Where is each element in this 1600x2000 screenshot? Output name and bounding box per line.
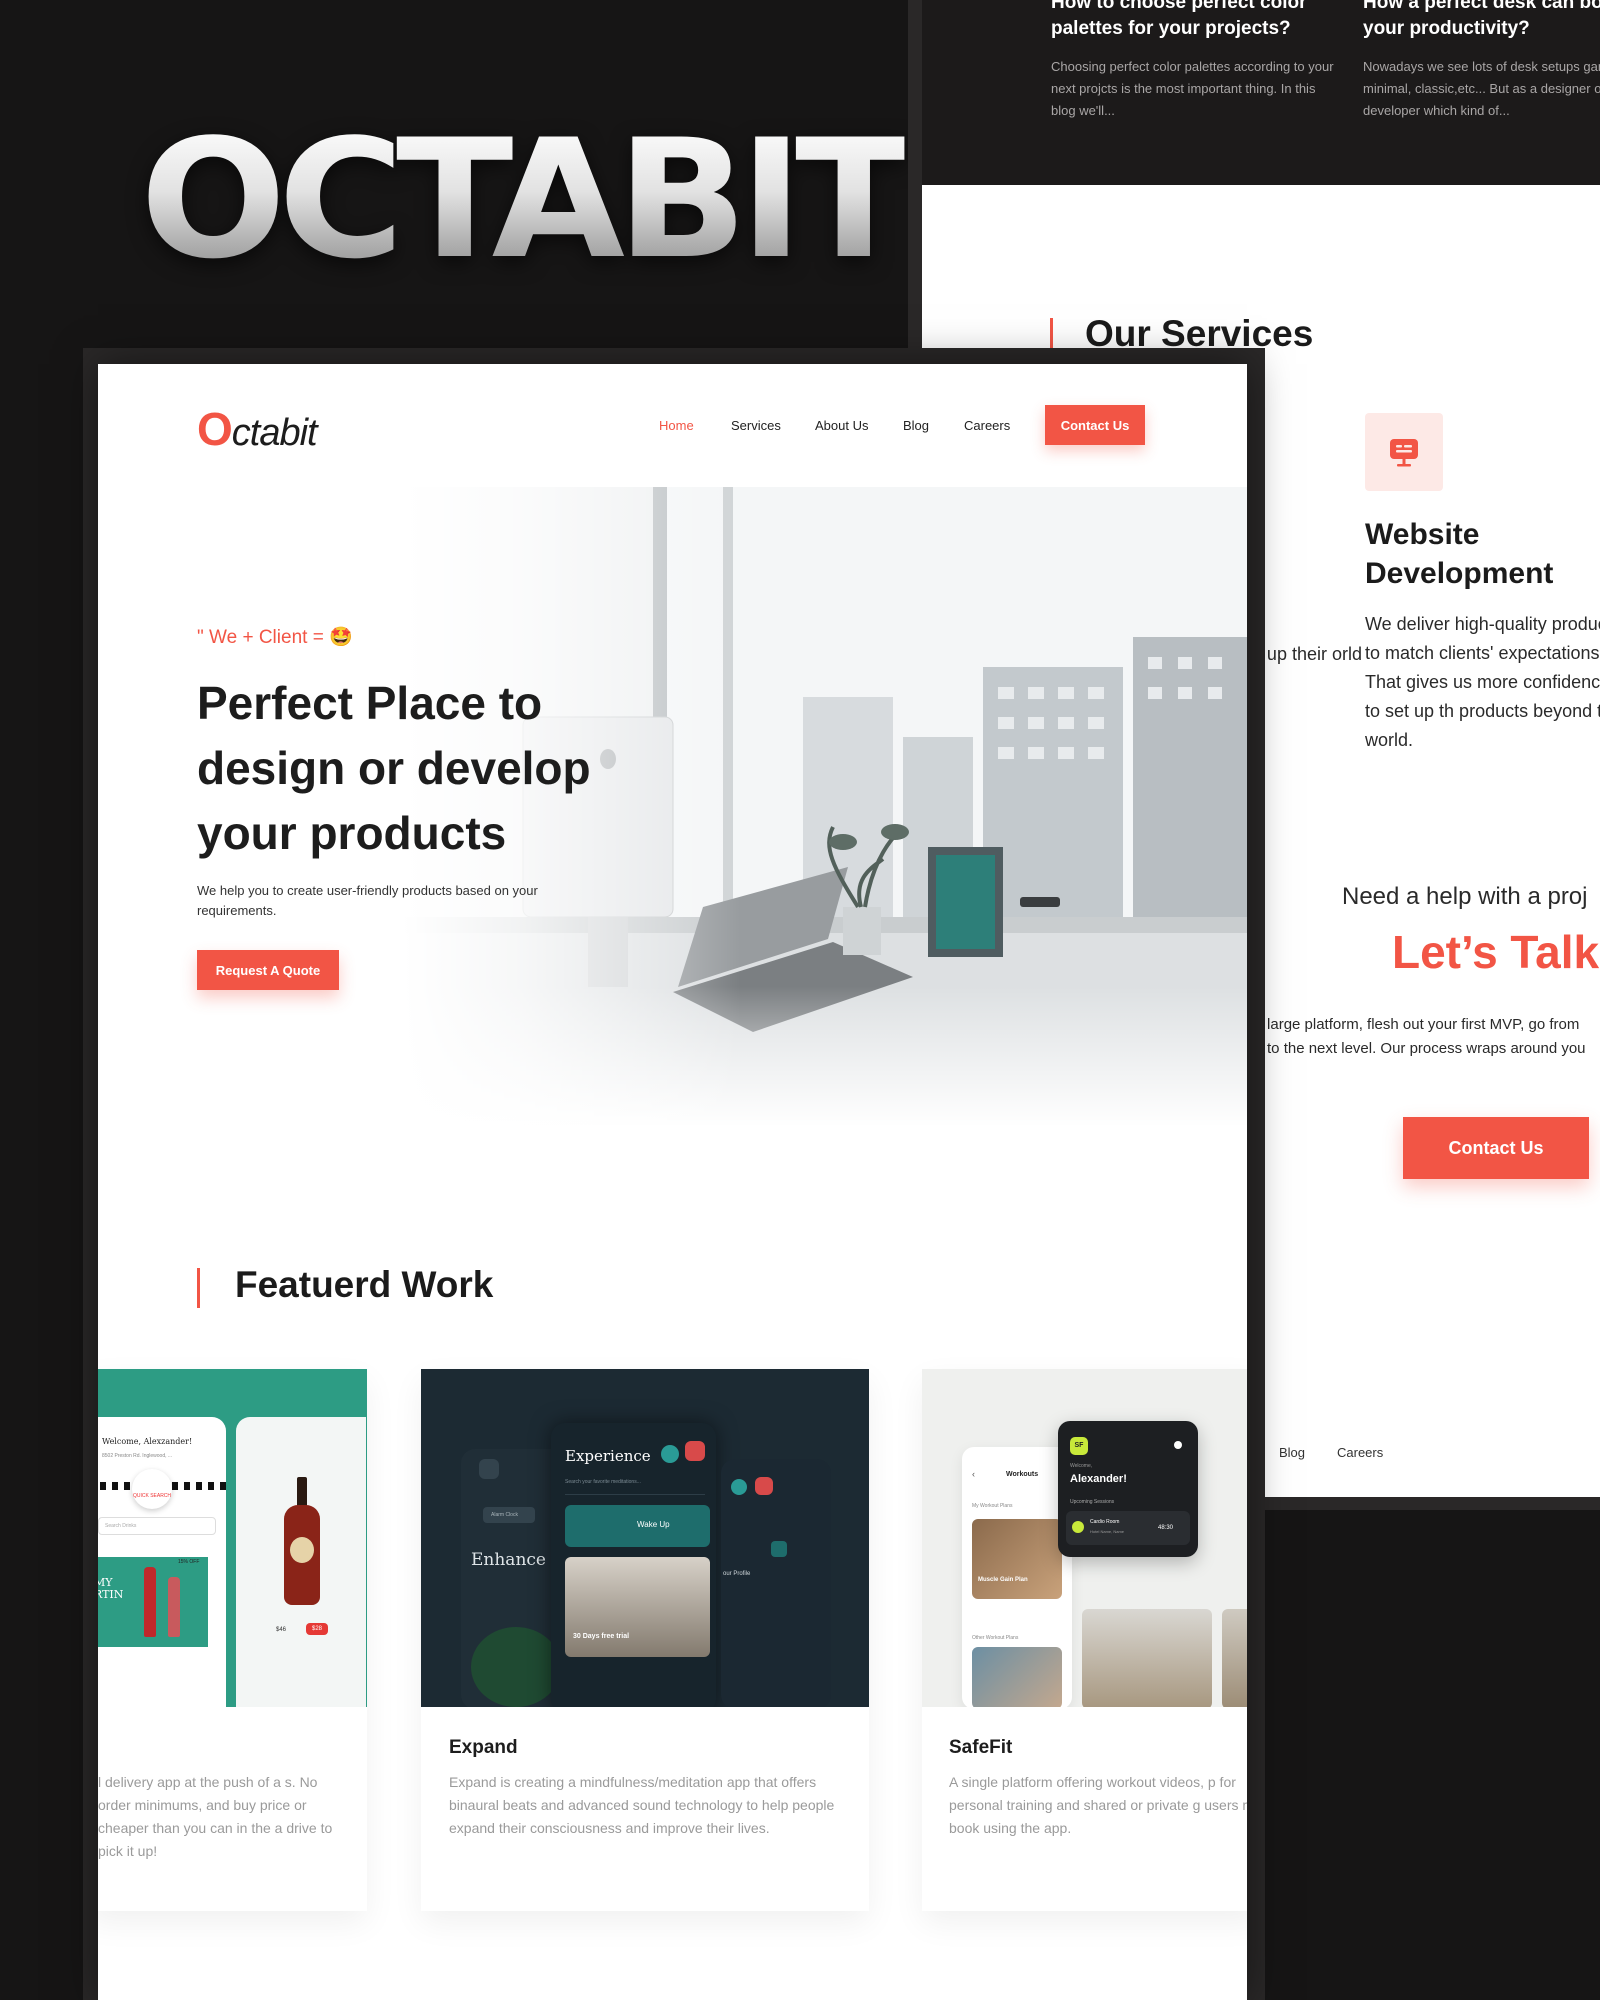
blog-card-title[interactable]: How to choose perfect color palettes for…	[1051, 0, 1341, 42]
mock-wakeup: Wake Up	[565, 1505, 710, 1547]
work-description: Expand is creating a mindfulness/meditat…	[449, 1774, 835, 1836]
footer-nav-blog[interactable]: Blog	[1279, 1445, 1305, 1460]
mock-session: Cardio Room	[1090, 1519, 1120, 1525]
blog-card[interactable]: How to choose perfect color palettes for…	[1051, 0, 1341, 122]
athlete-photo	[1082, 1609, 1212, 1707]
blog-card-title[interactable]: How a perfect desk can boo your producti…	[1363, 0, 1600, 42]
mock-other: Other Workout Plans	[972, 1635, 1019, 1641]
blog-card-text: Nowadays we see lots of desk setups ga mi…	[1363, 59, 1600, 118]
mock-welcome: Welcome, Alexzander!	[102, 1437, 193, 1446]
nav-services[interactable]: Services	[731, 418, 781, 433]
meditation-icon	[731, 1479, 747, 1495]
mock-plans: My Workout Plans	[972, 1503, 1013, 1509]
mock-profile: our Profile	[723, 1571, 751, 1577]
nav-home[interactable]: Home	[659, 418, 694, 433]
workout-photo	[972, 1647, 1062, 1707]
work-description: l delivery app at the push of a s. No or…	[98, 1774, 333, 1859]
back-icon	[479, 1459, 499, 1479]
logo-o: O	[197, 403, 233, 455]
mock-price: $46	[276, 1627, 287, 1633]
mock-alarm: Alarm Clock	[483, 1507, 535, 1523]
work-card-delivery[interactable]: Welcome, Alexzander! 8502 Preston Rd. In…	[98, 1369, 367, 1911]
workout-photo: Muscle Gain Plan	[972, 1519, 1062, 1599]
wine-bottle	[168, 1577, 180, 1637]
mock-muscle: Muscle Gain Plan	[978, 1577, 1028, 1583]
phone-mockup: our Profile	[721, 1459, 831, 1707]
phone-mockup: Welcome, Alexzander! 8502 Preston Rd. In…	[98, 1417, 226, 1707]
avatar	[685, 1441, 705, 1461]
work-card-image: ‹ Workouts My Workout Plans Muscle Gain …	[922, 1369, 1247, 1707]
mock-trial: 30 Days free trial	[573, 1633, 630, 1640]
service-description: We deliver high-quality products to matc…	[1365, 614, 1600, 750]
nav-contact-button[interactable]: Contact Us	[1045, 405, 1145, 445]
meditation-icon	[661, 1445, 679, 1463]
mock-promo: MY RTIN	[98, 1557, 208, 1647]
wine-bottle	[144, 1567, 156, 1637]
featured-work-heading: Featuerd Work	[235, 1264, 494, 1305]
hero-tagline: " We + Client = 🤩	[197, 627, 353, 648]
safefit-badge: SF	[1070, 1437, 1088, 1455]
blog-card-text: Choosing perfect color palettes accordin…	[1051, 59, 1334, 118]
mock-wine-label: MY RTIN	[98, 1576, 124, 1601]
phone-mockup: SF Welcome, Alexander! Upcoming Sessions…	[1058, 1421, 1198, 1557]
cognac-bottle	[284, 1477, 320, 1607]
avatar	[755, 1477, 773, 1495]
hero-title: Perfect Place to design or develop your …	[197, 677, 591, 859]
athlete-photo	[1222, 1609, 1247, 1707]
chevron-left-icon: ‹	[972, 1469, 975, 1479]
nav-careers[interactable]: Careers	[964, 418, 1010, 433]
work-title: Expand	[449, 1737, 518, 1758]
request-quote-button[interactable]: Request A Quote	[197, 950, 339, 990]
contact-us-button[interactable]: Contact Us	[1403, 1117, 1589, 1179]
phone-mockup: ‹ Workouts My Workout Plans Muscle Gain …	[962, 1447, 1072, 1707]
help-description-line: n a large platform, flesh out your first…	[1242, 1016, 1580, 1033]
work-card-safefit[interactable]: ‹ Workouts My Workout Plans Muscle Gain …	[922, 1369, 1247, 1911]
phone-mockup: $46 $28	[236, 1417, 366, 1707]
mock-workouts: Workouts	[1006, 1471, 1039, 1478]
mock-experience: Experience	[565, 1447, 651, 1465]
work-card-image: Enhance Positive Er Experience Search yo…	[421, 1369, 869, 1707]
service-title: Website Development	[1365, 518, 1554, 590]
mock-address: 8502 Preston Rd. Inglewood, ...	[102, 1453, 173, 1459]
blog-section: How to choose perfect color palettes for…	[922, 0, 1600, 185]
home-page: Octabit Home Services About Us Blog Care…	[98, 364, 1247, 2000]
work-description: A single platform offering workout video…	[949, 1774, 1247, 1836]
session-icon	[1072, 1521, 1084, 1533]
mock-search: Search Drinks	[98, 1517, 216, 1535]
mock-search: Search your favorite meditations...	[565, 1479, 705, 1495]
monitor-icon	[1390, 439, 1418, 467]
leaf-decoration	[471, 1627, 561, 1707]
lets-talk-title: Let’s Talk!	[1392, 926, 1600, 978]
service-icon-box	[1365, 413, 1443, 491]
profile-icon	[771, 1541, 787, 1557]
mock-hello: Welcome,	[1070, 1463, 1093, 1469]
brand-wordmark: OCTABIT	[140, 104, 913, 295]
nav-blog[interactable]: Blog	[903, 418, 929, 433]
help-description-line: tup to the next level. Our process wraps…	[1242, 1040, 1586, 1057]
mock-discount: 15% OFF	[178, 1559, 200, 1565]
work-card-expand[interactable]: Enhance Positive Er Experience Search yo…	[421, 1369, 869, 1911]
mock-time: 48:30	[1158, 1525, 1174, 1531]
mock-upcoming: Upcoming Sessions	[1070, 1499, 1115, 1505]
mock-quick-search: QUICK SEARCH	[132, 1469, 172, 1509]
octabit-logo[interactable]: Octabit	[197, 402, 318, 456]
mock-session-sub: Hotel Name, Name	[1090, 1529, 1125, 1534]
bell-icon	[1174, 1441, 1182, 1449]
footer-nav-careers[interactable]: Careers	[1337, 1445, 1383, 1460]
nav-about[interactable]: About Us	[815, 418, 868, 433]
landscape-photo: 30 Days free trial	[565, 1557, 710, 1657]
help-description: n a large platform, flesh out your first…	[1242, 1013, 1586, 1061]
mock-user-name: Alexander!	[1070, 1473, 1127, 1485]
logo-text: ctabit	[231, 412, 318, 454]
section-accent-bar	[197, 1268, 200, 1308]
mock-price-badge: $28	[306, 1623, 328, 1635]
session-card: Cardio Room Hotel Name, Name 48:30	[1066, 1511, 1190, 1545]
work-card-image: Welcome, Alexzander! 8502 Preston Rd. In…	[98, 1369, 367, 1707]
hero-subtitle: We help you to create user-friendly prod…	[197, 883, 538, 918]
help-question: Need a help with a proj	[1342, 883, 1588, 910]
work-title: SafeFit	[949, 1737, 1013, 1758]
phone-mockup: Experience Search your favorite meditati…	[551, 1423, 716, 1707]
blog-card[interactable]: How a perfect desk can boo your producti…	[1363, 0, 1600, 122]
